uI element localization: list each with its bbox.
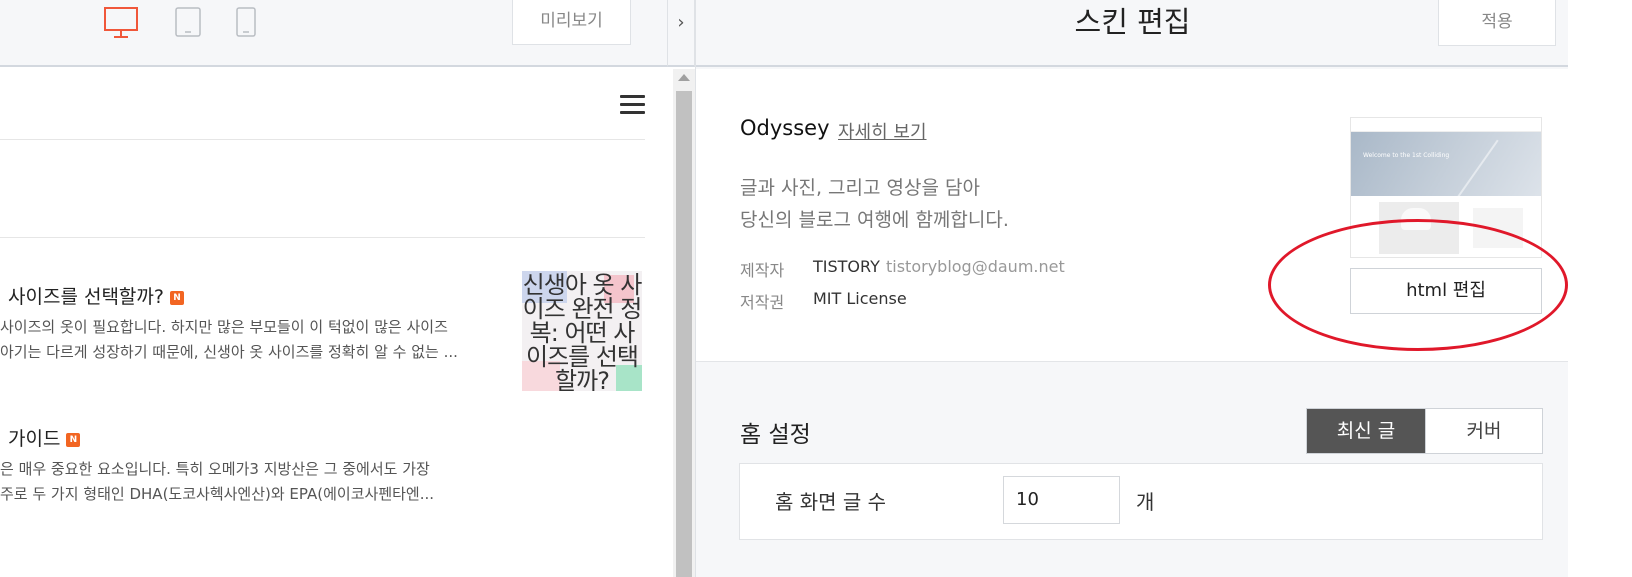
post-count-input[interactable]: 10 [1003, 476, 1120, 524]
tab-latest-posts[interactable]: 최신 글 [1307, 409, 1425, 453]
post-excerpt-line: 아기는 다르게 성장하기 때문에, 신생아 옷 사이즈를 정확히 알 수 없는 … [0, 343, 458, 361]
collapse-panel-button[interactable]: › [667, 0, 695, 67]
new-badge: N [66, 432, 81, 447]
blog-preview-frame: 사이즈를 선택할까? N 사이즈의 옷이 필요합니다. 하지만 많은 부모들이 이… [0, 69, 675, 577]
html-edit-button[interactable]: html 편집 [1350, 268, 1542, 314]
skin-thumbnail: Welcome to the 1st Colliding [1350, 117, 1542, 258]
post-title[interactable]: 가이드 N [8, 424, 81, 451]
post-thumbnail[interactable]: 신생아 옷 사이즈 완전 정복: 어떤 사이즈를 선택할까? [522, 271, 642, 391]
post-excerpt-line: 은 매우 중요한 요소입니다. 특히 오메가3 지방산은 그 중에서도 가장 [0, 460, 430, 478]
author-name: TISTORY [813, 257, 880, 276]
author-label: 제작자 [740, 261, 785, 280]
preview-scrollbar[interactable] [673, 69, 695, 577]
license-label: 저작권 [740, 293, 785, 312]
mobile-icon[interactable] [236, 7, 256, 37]
home-type-toggle: 최신 글 커버 [1306, 408, 1543, 454]
scroll-up-icon[interactable] [678, 74, 690, 81]
home-settings-section: 홈 설정 최신 글 커버 홈 화면 글 수 10 개 [696, 363, 1569, 577]
preview-panel: 미리보기 사이즈를 선택할까? N 사이즈의 옷이 필요합니다. 하지만 많은 부… [0, 0, 695, 577]
skin-editor-screen: 미리보기 사이즈를 선택할까? N 사이즈의 옷이 필요합니다. 하지만 많은 부… [0, 0, 1632, 577]
thumbnail-text: 신생아 옷 사이즈 완전 정복: 어떤 사이즈를 선택할까? [522, 271, 642, 391]
post-excerpt-line: 사이즈의 옷이 필요합니다. 하지만 많은 부모들이 이 턱없이 많은 사이즈 [0, 318, 448, 336]
settings-header: 스킨 편집 적용 [696, 0, 1569, 67]
section-title: 홈 설정 [740, 422, 811, 448]
apply-button[interactable]: 적용 [1438, 0, 1556, 46]
thumbnail-text: Welcome to the 1st Colliding [1363, 152, 1450, 159]
skin-name: Odyssey [740, 116, 830, 140]
divider [0, 139, 645, 140]
license-value: MIT License [813, 289, 907, 308]
scrollbar-thumb[interactable] [676, 91, 692, 577]
page-margin [1568, 0, 1632, 577]
desktop-icon[interactable] [104, 7, 138, 39]
author-email: tistoryblog@daum.net [886, 257, 1065, 276]
preview-toolbar: 미리보기 [0, 0, 668, 67]
skin-description: 당신의 블로그 여행에 함께합니다. [740, 209, 1009, 231]
new-badge: N [169, 290, 184, 305]
skin-description: 글과 사진, 그리고 영상을 담아 [740, 177, 980, 199]
tab-cover[interactable]: 커버 [1425, 409, 1542, 453]
home-post-count-row: 홈 화면 글 수 10 개 [739, 463, 1543, 540]
post-title[interactable]: 사이즈를 선택할까? N [8, 282, 184, 309]
preview-button[interactable]: 미리보기 [512, 0, 631, 45]
post-count-unit: 개 [1136, 490, 1155, 514]
post-count-label: 홈 화면 글 수 [775, 490, 887, 514]
settings-panel: 스킨 편집 적용 Odyssey 자세히 보기 글과 사진, 그리고 영상을 담… [695, 0, 1569, 577]
hamburger-menu-icon[interactable] [620, 95, 645, 115]
divider [0, 237, 645, 238]
tablet-icon[interactable] [175, 7, 201, 37]
skin-info-section: Odyssey 자세히 보기 글과 사진, 그리고 영상을 담아 당신의 블로그… [696, 69, 1569, 362]
skin-detail-link[interactable]: 자세히 보기 [838, 118, 927, 144]
post-excerpt-line: 주로 두 가지 형태인 DHA(도코사헥사엔산)와 EPA(에이코사펜타엔... [0, 485, 435, 503]
